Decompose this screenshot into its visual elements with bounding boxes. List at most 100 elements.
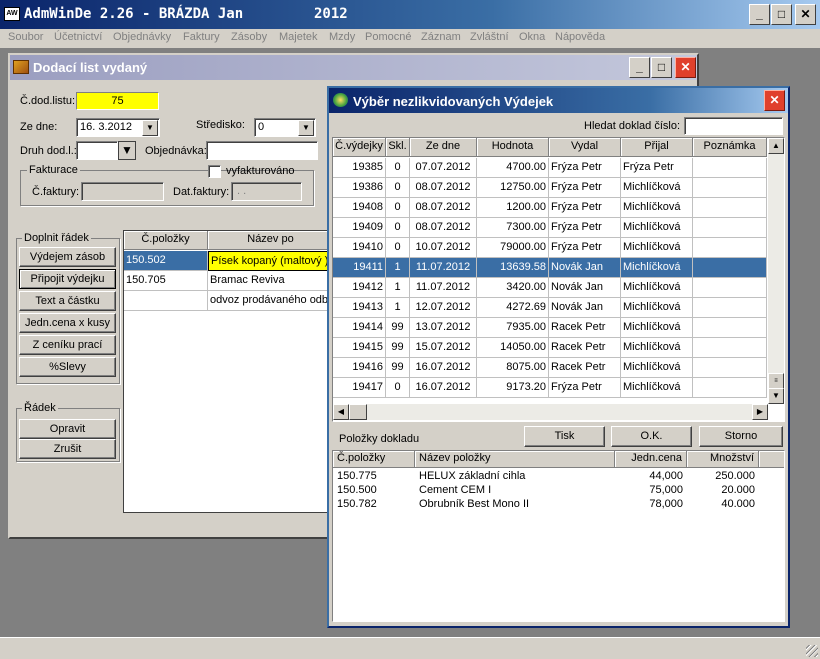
menu-zasoby[interactable]: Zásoby	[231, 31, 267, 43]
table-row[interactable]: 150.705 Bramac Reviva	[124, 271, 332, 291]
item-name: Cement CEM I	[419, 484, 492, 496]
menu-zvlastni[interactable]: Zvláštní	[470, 31, 509, 43]
menu-majetek[interactable]: Majetek	[279, 31, 318, 43]
tisk-button[interactable]: Tisk	[524, 426, 605, 447]
druh-field[interactable]	[76, 141, 118, 160]
menu-okna[interactable]: Okna	[519, 31, 545, 43]
horizontal-scrollbar[interactable]: ◀ ▶	[333, 404, 768, 420]
items-header-jedn-cena[interactable]: Jedn.cena	[615, 451, 687, 468]
menu-mzdy[interactable]: Mzdy	[329, 31, 355, 43]
cfaktury-label: Č.faktury:	[32, 186, 80, 198]
menu-zaznam[interactable]: Záznam	[421, 31, 461, 43]
menu-soubor[interactable]: Soubor	[8, 31, 43, 43]
zrusit-button[interactable]: Zrušit	[19, 439, 116, 459]
item-name: HELUX základní cihla	[419, 470, 526, 482]
col-header-poznamka[interactable]: Poznámka	[693, 138, 767, 157]
druh-dropdown-icon[interactable]: ▼	[118, 141, 136, 160]
slevy-button[interactable]: %Slevy	[19, 357, 116, 377]
col-header-nazev[interactable]: Název po	[208, 231, 332, 250]
table-row[interactable]: 19386 0 08.07.2012 12750.00 Frýza Petr Michlí…	[333, 178, 767, 198]
cell-skl: 0	[386, 238, 410, 258]
scroll-down-icon[interactable]: ▼	[768, 388, 784, 404]
col-header-cpolozky[interactable]: Č.položky	[124, 231, 208, 250]
col-header-hodnota[interactable]: Hodnota	[477, 138, 549, 157]
menu-objednavky[interactable]: Objednávky	[113, 31, 171, 43]
table-row[interactable]: 19409 0 08.07.2012 7300.00 Frýza Petr Michlíč…	[333, 218, 767, 238]
hledat-label: Hledat doklad číslo:	[584, 120, 680, 132]
table-row[interactable]: 19408 0 08.07.2012 1200.00 Frýza Petr Michlíč…	[333, 198, 767, 218]
main-title-bar[interactable]: AW AdmWinDe 2.26 - BRÁZDA Jan 2012 _ □ ✕	[0, 0, 820, 29]
vyber-close-button[interactable]: ✕	[764, 90, 785, 111]
text-a-castku-button[interactable]: Text a částku	[19, 291, 116, 311]
list-item[interactable]: 150.775 HELUX základní cihla 44,000 250.000	[333, 469, 784, 483]
ze-dne-dropdown-icon[interactable]: ▼	[142, 120, 158, 136]
stredisko-select[interactable]: 0 ▼	[254, 118, 316, 137]
minimize-button[interactable]: _	[749, 4, 770, 25]
jedn-cena-button[interactable]: Jedn.cena x kusy	[19, 313, 116, 333]
storno-button[interactable]: Storno	[699, 426, 783, 447]
pripojit-vydejku-button[interactable]: Připojit výdejku	[19, 269, 116, 289]
table-row[interactable]: 19411 1 11.07.2012 13639.58 Novák Jan Michlíč…	[333, 258, 767, 278]
cell-ze-dne: 11.07.2012	[410, 258, 477, 278]
col-header-ze-dne[interactable]: Ze dne	[410, 138, 477, 157]
items-header-mnozstvi[interactable]: Množství	[687, 451, 759, 468]
radek-label: Řádek	[22, 402, 58, 414]
menu-faktury[interactable]: Faktury	[183, 31, 220, 43]
cell-vydal: Novák Jan	[549, 258, 621, 278]
cell-skl: 99	[386, 338, 410, 358]
table-row[interactable]: odvoz prodávaného odb	[124, 291, 332, 311]
hscroll-thumb[interactable]	[349, 404, 367, 420]
table-row[interactable]: 19414 99 13.07.2012 7935.00 Racek Petr Michlí…	[333, 318, 767, 338]
col-header-vydal[interactable]: Vydal	[549, 138, 621, 157]
table-row[interactable]: 19410 0 10.07.2012 79000.00 Frýza Petr Michlí…	[333, 238, 767, 258]
maximize-button[interactable]: □	[771, 4, 792, 25]
resize-grip-icon[interactable]	[806, 645, 818, 657]
list-item[interactable]: 150.782 Obrubník Best Mono II 78,000 40.000	[333, 497, 784, 511]
vyber-title-bar[interactable]: Výběr nezlikvidovaných Výdejek ✕	[329, 88, 788, 113]
dodaci-minimize-button[interactable]: _	[629, 57, 650, 78]
menu-napoveda[interactable]: Nápověda	[555, 31, 605, 43]
scroll-left-icon[interactable]: ◀	[333, 404, 349, 420]
table-row[interactable]: 150.502 Písek kopaný (maltový )	[124, 251, 332, 271]
item-name: Obrubník Best Mono II	[419, 498, 530, 510]
vydejky-grid: Č.výdejky Skl. Ze dne Hodnota Vydal Přij…	[332, 137, 785, 422]
menu-ucetnictvi[interactable]: Účetnictví	[54, 31, 102, 43]
table-row[interactable]: 19416 99 16.07.2012 8075.00 Racek Petr Michlí…	[333, 358, 767, 378]
dodaci-close-button[interactable]: ✕	[675, 57, 696, 78]
vyfakturovano-checkbox[interactable]	[208, 165, 221, 178]
scroll-thumb[interactable]: ≡	[768, 373, 784, 389]
cislo-field[interactable]: 75	[76, 92, 159, 110]
col-header-prijal[interactable]: Přijal	[621, 138, 693, 157]
col-header-skl[interactable]: Skl.	[386, 138, 410, 157]
list-item[interactable]: 150.500 Cement CEM I 75,000 20.000	[333, 483, 784, 497]
z-ceniku-praci-button[interactable]: Z ceníku prací	[19, 335, 116, 355]
items-header-cpolozky[interactable]: Č.položky	[333, 451, 415, 468]
table-row[interactable]: 19413 1 12.07.2012 4272.69 Novák Jan Michlíčk…	[333, 298, 767, 318]
objednavka-field[interactable]	[206, 141, 318, 160]
table-row[interactable]: 19417 0 16.07.2012 9173.20 Frýza Petr Michlíč…	[333, 378, 767, 398]
vydejem-zasob-button[interactable]: Výdejem zásob	[19, 247, 116, 267]
table-row[interactable]: 19412 1 11.07.2012 3420.00 Novák Jan Michlíčk…	[333, 278, 767, 298]
opravit-button[interactable]: Opravit	[19, 419, 116, 439]
ok-button[interactable]: O.K.	[611, 426, 692, 447]
cell-vydal: Frýza Petr	[549, 218, 621, 238]
col-header-cvydejky[interactable]: Č.výdejky	[333, 138, 386, 157]
cell-skl: 1	[386, 258, 410, 278]
scroll-right-icon[interactable]: ▶	[752, 404, 768, 420]
items-header-nazev[interactable]: Název položky	[415, 451, 615, 468]
stredisko-dropdown-icon[interactable]: ▼	[298, 120, 314, 136]
vertical-scrollbar[interactable]: ▲ ≡ ▼	[768, 138, 784, 404]
dodaci-title-bar[interactable]: Dodací list vydaný _ □ ✕	[10, 55, 697, 80]
cell-hodnota: 8075.00	[477, 358, 549, 378]
cell-ze-dne: 08.07.2012	[410, 198, 477, 218]
cell-prijal: Michlíčková	[621, 358, 693, 378]
table-row[interactable]: 19415 99 15.07.2012 14050.00 Racek Petr Michl…	[333, 338, 767, 358]
scroll-up-icon[interactable]: ▲	[768, 138, 784, 154]
dodaci-maximize-button[interactable]: □	[651, 57, 672, 78]
table-row[interactable]: 19385 0 07.07.2012 4700.00 Frýza Petr Frýza P…	[333, 158, 767, 178]
hledat-input[interactable]	[684, 117, 783, 135]
menu-pomocne[interactable]: Pomocné	[365, 31, 411, 43]
close-button[interactable]: ✕	[795, 4, 816, 25]
ze-dne-field[interactable]: 16. 3.2012 ▼	[76, 118, 160, 137]
cell-poznamka	[693, 358, 767, 378]
